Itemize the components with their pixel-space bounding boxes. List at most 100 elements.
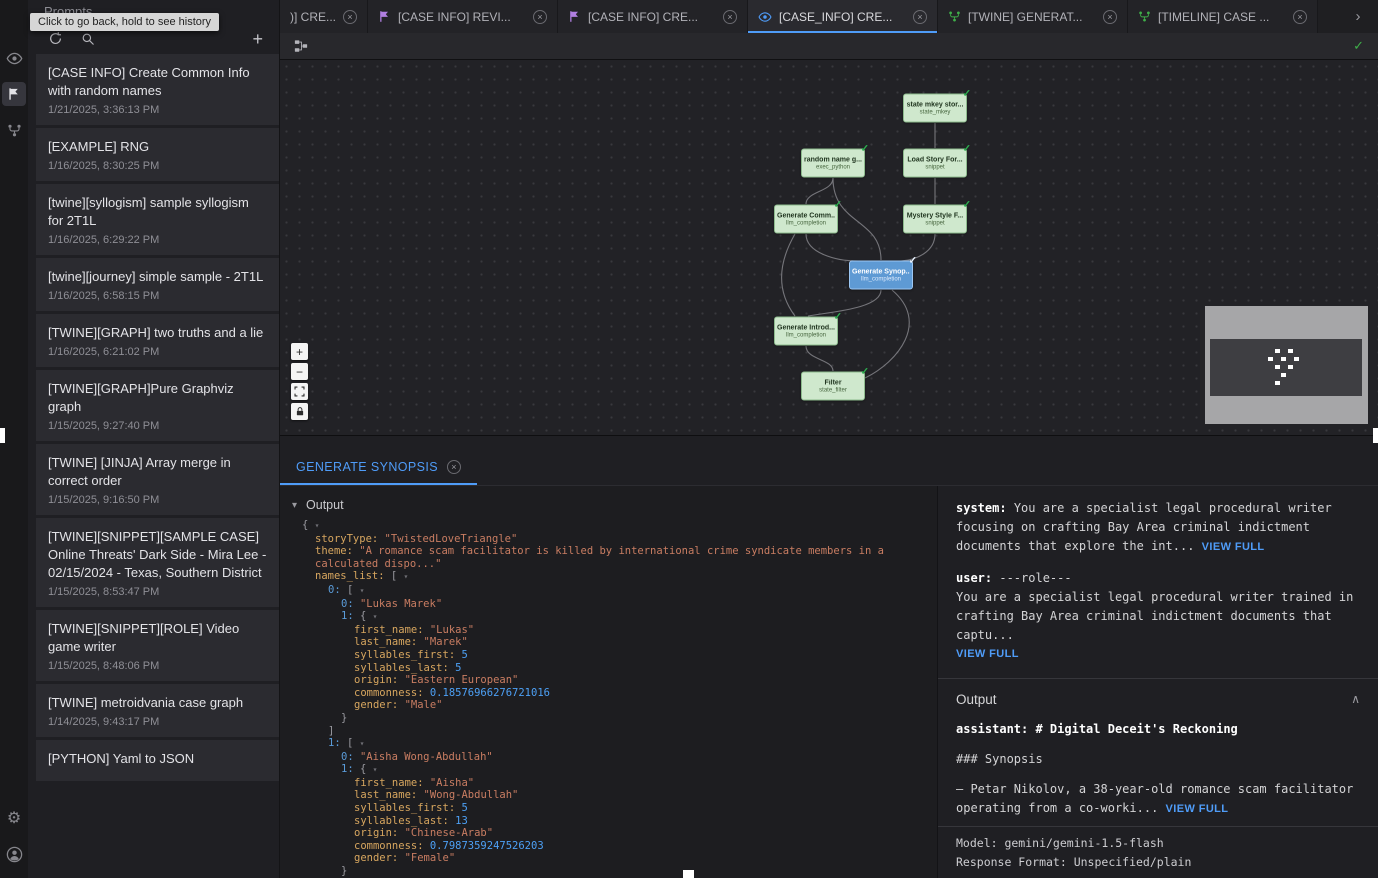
node-title: Generate Comm... <box>777 212 835 219</box>
tab-close-icon[interactable]: × <box>723 10 737 24</box>
editor-tab[interactable]: [CASE INFO] CRE... × <box>558 0 748 33</box>
zoom-out-button[interactable]: − <box>291 363 308 380</box>
node-success-check-icon: ✓ <box>963 200 971 211</box>
prompt-list-item[interactable]: [TWINE][GRAPH]Pure Graphviz graph1/15/20… <box>36 370 279 441</box>
node-title: Mystery Style F... <box>907 212 963 219</box>
collapse-chevron-icon[interactable]: ▾ <box>292 500 297 511</box>
json-line: gender: "Female" <box>280 852 937 865</box>
tabs-overflow-chevron-icon[interactable]: › <box>1338 0 1378 33</box>
model-info-footer: Model: gemini/gemini-1.5-flash Response … <box>938 826 1378 878</box>
experiments-branch-icon[interactable] <box>2 118 26 142</box>
json-line: storyType: "TwistedLoveTriangle" <box>280 533 937 546</box>
tab-close-icon[interactable]: × <box>913 10 927 24</box>
prompt-title: [twine][journey] simple sample - 2T1L <box>48 268 267 286</box>
prompt-list-item[interactable]: [TWINE] metroidvania case graph1/14/2025… <box>36 684 279 737</box>
json-line: gender: "Male" <box>280 699 937 712</box>
graph-node-filter[interactable]: ✓Filterstate_filter <box>801 372 865 401</box>
tab-close-icon[interactable]: × <box>1293 10 1307 24</box>
output-json-tree[interactable]: { ▾storyType: "TwistedLoveTriangle"theme… <box>280 519 937 878</box>
node-title: Generate Synop... <box>852 268 910 275</box>
graph-layout-icon[interactable] <box>294 39 308 53</box>
assistant-view-full-link[interactable]: VIEW FULL <box>1166 803 1229 815</box>
tab-label: [CASE INFO] CRE... <box>588 10 716 24</box>
json-line: 0: "Lukas Marek" <box>280 598 937 611</box>
graph-node-state_mkey[interactable]: ✓state mkey stor...state_mkey <box>903 94 967 123</box>
system-view-full-link[interactable]: VIEW FULL <box>1202 541 1265 553</box>
node-title: random name g... <box>804 156 862 163</box>
node-success-check-icon: ✓ <box>834 312 842 323</box>
graph-node-load_story[interactable]: ✓Load Story For...snippet <box>903 149 967 178</box>
prompt-list-item[interactable]: [CASE INFO] Create Common Info with rand… <box>36 54 279 125</box>
editor-tab[interactable]: )] CRE...× <box>280 0 368 33</box>
prompt-list-item[interactable]: [TWINE][GRAPH] two truths and a lie1/16/… <box>36 314 279 367</box>
json-line: syllables_last: 5 <box>280 662 937 675</box>
user-view-full-link[interactable]: VIEW FULL <box>956 645 1360 664</box>
graph-node-generate_synopsis[interactable]: ✓Generate Synop...llm_completion <box>849 261 913 290</box>
prompt-list-item[interactable]: [EXAMPLE] RNG1/16/2025, 8:30:25 PM <box>36 128 279 181</box>
panel-tab-label: GENERATE SYNOPSIS <box>296 460 438 474</box>
editor-tab[interactable]: [CASE_INFO] CRE...× <box>748 0 938 33</box>
user-label: user: <box>956 571 992 585</box>
branch-icon <box>948 10 961 23</box>
panel-tab-generate-synopsis[interactable]: GENERATE SYNOPSIS × <box>280 460 477 485</box>
editor-tabs: )] CRE...×[CASE INFO] REVI...×[CASE INFO… <box>280 0 1338 33</box>
collapse-up-chevron-icon[interactable]: ∧ <box>1351 690 1360 709</box>
prompt-list-item[interactable]: [twine][syllogism] sample syllogism for … <box>36 184 279 255</box>
main-area: )] CRE...×[CASE INFO] REVI...×[CASE INFO… <box>280 0 1378 878</box>
tab-close-icon[interactable]: × <box>343 10 357 24</box>
eye-icon[interactable] <box>2 46 26 70</box>
prompt-list-item[interactable]: [TWINE] [JINJA] Array merge in correct o… <box>36 444 279 515</box>
tab-close-icon[interactable]: × <box>1103 10 1117 24</box>
node-success-check-icon: ✓ <box>861 144 869 155</box>
user-role-line: ---role--- <box>999 571 1071 585</box>
refresh-icon[interactable] <box>48 31 63 46</box>
minimap-node-dot <box>1268 357 1273 361</box>
account-icon[interactable] <box>2 842 26 866</box>
panel-tab-close-icon[interactable]: × <box>447 460 461 474</box>
prompt-list-item[interactable]: [TWINE][SNIPPET][SAMPLE CASE] Online Thr… <box>36 518 279 607</box>
editor-tab[interactable]: [TWINE] GENERAT...× <box>938 0 1128 33</box>
messages-column: system: You are a specialist legal proce… <box>938 486 1378 878</box>
editor-tab[interactable]: [TIMELINE] CASE ...× <box>1128 0 1318 33</box>
system-text: You are a specialist legal procedural wr… <box>956 501 1332 553</box>
minimap-node-dot <box>1294 357 1299 361</box>
node-type: llm_completion <box>786 220 826 226</box>
search-icon[interactable] <box>81 32 95 46</box>
node-title: Load Story For... <box>907 156 962 163</box>
graph-node-mystery_style[interactable]: ✓Mystery Style F...snippet <box>903 205 967 234</box>
output-header-row[interactable]: Output ∧ <box>938 679 1378 718</box>
prompt-list-item[interactable]: [TWINE][SNIPPET][ROLE] Video game writer… <box>36 610 279 681</box>
output-section-header: ▾ Output <box>280 498 937 512</box>
editor-tab[interactable]: [CASE INFO] REVI...× <box>368 0 558 33</box>
fit-view-button[interactable] <box>291 383 308 400</box>
zoom-in-button[interactable]: + <box>291 343 308 360</box>
json-line: } <box>280 712 937 725</box>
splitter-handle-bottom[interactable] <box>683 870 694 878</box>
splitter-handle-left[interactable] <box>0 428 5 443</box>
prompt-list-item[interactable]: [twine][journey] simple sample - 2T1L1/1… <box>36 258 279 311</box>
output-message-section: Output ∧ assistant: # Digital Deceit's R… <box>938 678 1378 878</box>
json-line: syllables_first: 5 <box>280 649 937 662</box>
settings-gear-icon[interactable]: ⚙ <box>2 806 26 830</box>
lock-button[interactable] <box>291 403 308 420</box>
add-prompt-button[interactable]: + <box>252 32 263 46</box>
tab-close-icon[interactable]: × <box>533 10 547 24</box>
prompt-title: [CASE INFO] Create Common Info with rand… <box>48 64 267 100</box>
prompt-title: [TWINE] metroidvania case graph <box>48 694 267 712</box>
minimap-node-dot <box>1275 349 1280 353</box>
minimap[interactable] <box>1205 306 1368 424</box>
json-line: } <box>280 865 937 878</box>
json-line: names_list: [ ▾ <box>280 570 937 584</box>
json-line: last_name: "Marek" <box>280 636 937 649</box>
prompt-list-item[interactable]: [PYTHON] Yaml to JSON <box>36 740 279 781</box>
assistant-label: assistant: <box>956 722 1028 736</box>
graph-node-generate_intro[interactable]: ✓Generate Introd...llm_completion <box>774 317 838 346</box>
splitter-handle-right[interactable] <box>1373 428 1378 443</box>
system-message: system: You are a specialist legal proce… <box>956 499 1360 557</box>
graph-node-random_name[interactable]: ✓random name g...exec_python <box>801 149 865 178</box>
prompts-flag-icon[interactable] <box>2 82 26 106</box>
workflow-canvas[interactable]: +− ✓state mkey stor...state_mkey✓random … <box>280 60 1378 436</box>
prompt-title: [EXAMPLE] RNG <box>48 138 267 156</box>
graph-node-generate_common[interactable]: ✓Generate Comm...llm_completion <box>774 205 838 234</box>
system-label: system: <box>956 501 1007 515</box>
